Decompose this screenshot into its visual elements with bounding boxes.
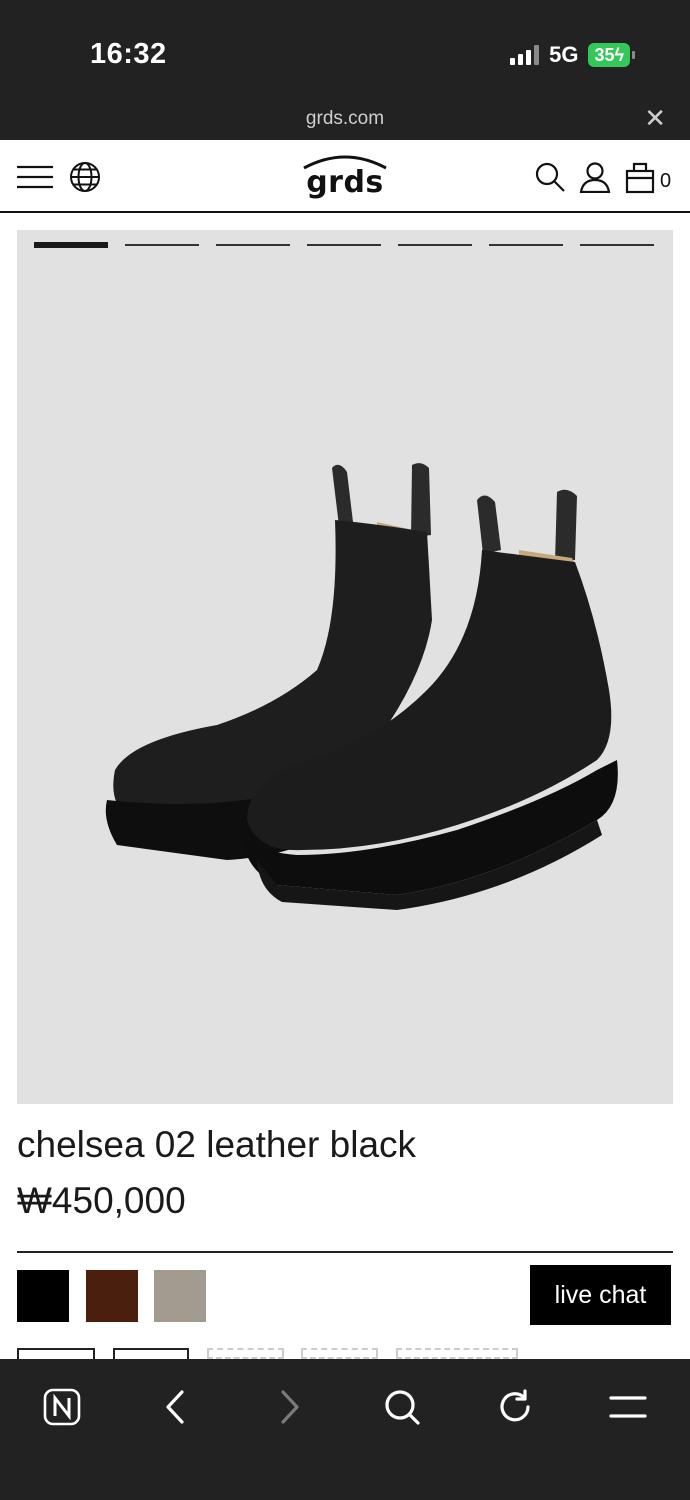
live-chat-button[interactable]: live chat [530,1265,671,1325]
back-icon[interactable] [147,1379,203,1435]
globe-icon[interactable] [68,160,102,194]
cart-count: 0 [660,170,672,192]
menu-icon[interactable] [16,160,54,194]
battery-level: 35 [594,45,615,65]
search-icon[interactable] [374,1379,430,1435]
forward-icon [262,1379,318,1435]
gallery-dot[interactable] [216,244,290,246]
gallery-dot[interactable] [580,244,654,246]
url-text[interactable]: grds.com [0,108,690,130]
divider [17,1251,673,1253]
naver-icon[interactable] [34,1379,90,1435]
close-icon[interactable]: ✕ [644,105,666,131]
gallery-pagination [34,242,654,248]
product-photo-boots [105,463,618,910]
product-name: chelsea 02 leather black [17,1124,417,1165]
gallery-dot[interactable] [125,244,199,246]
signal-icon [510,45,540,65]
color-swatch-black[interactable] [17,1270,69,1322]
site-header: grds 0 [0,140,690,213]
battery-icon: 35ϟ [588,43,635,67]
search-icon[interactable] [533,160,567,194]
refresh-icon[interactable] [487,1379,543,1435]
status-time: 16:32 [90,38,167,70]
color-swatch-brown[interactable] [86,1270,138,1322]
product-image-gallery[interactable] [17,230,673,1104]
status-bar: 16:32 5G 35ϟ [0,0,690,100]
gallery-dot-active[interactable] [34,242,108,248]
gallery-dot[interactable] [307,244,381,246]
logo-text: grds [306,165,384,200]
network-label: 5G [549,42,579,67]
charging-bolt-icon: ϟ [614,45,624,65]
browser-toolbar [0,1359,690,1500]
status-indicators: 5G 35ϟ [510,42,635,68]
gallery-dot[interactable] [398,244,472,246]
gallery-dot[interactable] [489,244,563,246]
user-icon[interactable] [578,160,612,194]
site-logo[interactable]: grds [300,152,390,202]
menu-icon[interactable] [600,1379,656,1435]
browser-url-bar[interactable]: grds.com ✕ [0,100,690,140]
cart-icon[interactable] [623,160,657,194]
color-swatch-grey[interactable] [154,1270,206,1322]
product-price: ₩450,000 [17,1180,186,1221]
